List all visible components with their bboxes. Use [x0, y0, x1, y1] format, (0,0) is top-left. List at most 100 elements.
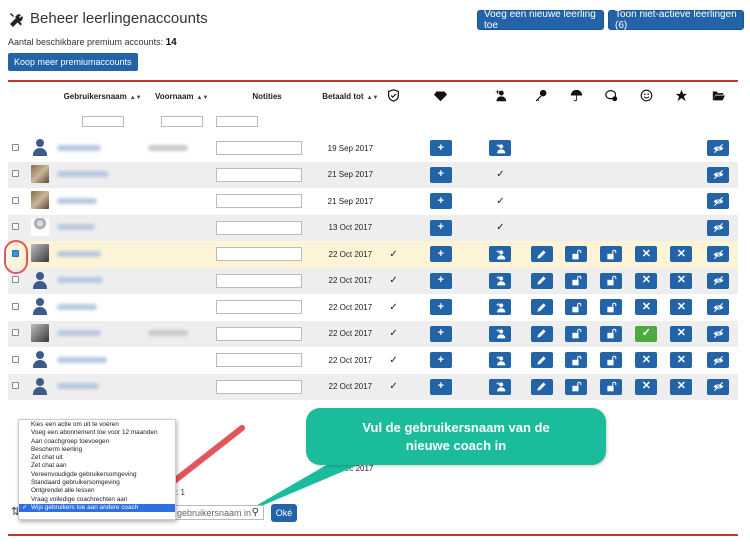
star-toggle-button[interactable]: ✕ [670, 325, 693, 342]
row-checkbox[interactable] [11, 276, 19, 284]
smiley-toggle-button[interactable]: ✕ [635, 246, 658, 263]
notes-input[interactable] [215, 220, 302, 235]
coach-search-input[interactable]: gebruikersnaam in ⚲ [174, 505, 264, 520]
add-subscription-button[interactable]: + [429, 219, 452, 236]
unlock-chat-button[interactable] [600, 272, 623, 289]
notes-input[interactable] [215, 194, 302, 209]
username-link[interactable] [57, 171, 110, 178]
edit-button[interactable] [530, 352, 553, 369]
smiley-toggle-button[interactable]: ✕ [635, 352, 658, 369]
add-coach-button[interactable] [489, 140, 512, 157]
view-toggle-button[interactable] [707, 246, 730, 263]
username-link[interactable] [57, 383, 100, 390]
add-coach-button[interactable] [489, 246, 512, 263]
dropdown-option[interactable]: Zet chat uit [19, 454, 175, 462]
notes-input[interactable] [215, 300, 302, 315]
notes-input[interactable] [215, 379, 302, 394]
dropdown-option[interactable]: Wijs gebruikers toe aan andere coach [19, 503, 175, 513]
edit-button[interactable] [530, 299, 553, 316]
view-toggle-button[interactable] [707, 193, 730, 210]
notes-input[interactable] [215, 273, 302, 288]
notes-input[interactable] [215, 353, 302, 368]
dropdown-option[interactable]: Kies een actie om uit te voeren [19, 421, 175, 429]
dropdown-option[interactable]: Bescherm leerling [19, 446, 175, 454]
unlock-button[interactable] [565, 246, 588, 263]
filter-notes-input[interactable] [215, 115, 258, 127]
username-link[interactable] [57, 356, 108, 363]
add-subscription-button[interactable]: + [429, 140, 452, 157]
add-coach-button[interactable] [489, 352, 512, 369]
add-coach-button[interactable] [489, 378, 512, 395]
view-toggle-button[interactable] [707, 325, 730, 342]
col-paid-until[interactable]: Betaald tot ▲▼ [318, 83, 382, 109]
add-subscription-button[interactable]: + [429, 299, 452, 316]
dropdown-option[interactable]: Ontgrendel alle lessen [19, 487, 175, 495]
add-subscription-button[interactable]: + [429, 246, 452, 263]
row-checkbox[interactable] [11, 302, 19, 310]
buy-premium-button[interactable]: Koop meer premiumaccounts [8, 53, 138, 71]
row-checkbox[interactable] [11, 170, 19, 178]
edit-button[interactable] [530, 246, 553, 263]
dropdown-option[interactable]: Standaard gebruikersomgeving [19, 479, 175, 487]
dropdown-option[interactable]: Aan coachgroep toevoegen [19, 438, 175, 446]
username-link[interactable] [57, 330, 102, 337]
add-coach-button[interactable] [489, 325, 512, 342]
row-checkbox[interactable] [11, 329, 19, 337]
unlock-button[interactable] [565, 378, 588, 395]
smiley-toggle-button[interactable]: ✕ [635, 299, 658, 316]
star-toggle-button[interactable]: ✕ [670, 272, 693, 289]
row-checkbox[interactable] [11, 382, 19, 390]
username-link[interactable] [57, 303, 98, 310]
add-subscription-button[interactable]: + [429, 352, 452, 369]
filter-username-input[interactable] [81, 115, 124, 127]
dropdown-option[interactable]: Zet chat aan [19, 462, 175, 470]
unlock-chat-button[interactable] [600, 325, 623, 342]
notes-input[interactable] [215, 167, 302, 182]
add-subscription-button[interactable]: + [429, 378, 452, 395]
unlock-chat-button[interactable] [600, 299, 623, 316]
star-toggle-button[interactable]: ✕ [670, 352, 693, 369]
notes-input[interactable] [215, 141, 302, 156]
view-toggle-button[interactable] [707, 378, 730, 395]
row-checkbox[interactable] [11, 196, 19, 204]
unlock-chat-button[interactable] [600, 352, 623, 369]
col-firstname[interactable]: Voornaam ▲▼ [148, 83, 216, 109]
view-toggle-button[interactable] [707, 352, 730, 369]
username-link[interactable] [57, 277, 104, 284]
star-toggle-button[interactable]: ✕ [670, 378, 693, 395]
row-checkbox[interactable] [11, 355, 19, 363]
add-student-button[interactable]: Voeg een nieuwe leerling toe [477, 9, 604, 31]
add-coach-button[interactable] [489, 272, 512, 289]
add-subscription-button[interactable]: + [429, 272, 452, 289]
add-coach-button[interactable] [489, 299, 512, 316]
show-inactive-button[interactable]: Toon niet-actieve leerlingen (6) [608, 9, 744, 31]
star-toggle-button[interactable]: ✕ [670, 246, 693, 263]
username-link[interactable] [57, 144, 102, 151]
view-toggle-button[interactable] [707, 140, 730, 157]
smiley-toggle-button[interactable]: ✓ [635, 325, 658, 342]
ok-button[interactable]: Oké [271, 504, 297, 522]
view-toggle-button[interactable] [707, 272, 730, 289]
unlock-button[interactable] [565, 272, 588, 289]
dropdown-option[interactable]: Voeg een abonnement toe voor 12 maanden [19, 429, 175, 437]
edit-button[interactable] [530, 325, 553, 342]
row-checkbox[interactable] [11, 223, 19, 231]
view-toggle-button[interactable] [707, 166, 730, 183]
username-link[interactable] [57, 197, 98, 204]
unlock-chat-button[interactable] [600, 246, 623, 263]
add-subscription-button[interactable]: + [429, 325, 452, 342]
notes-input[interactable] [215, 247, 302, 262]
unlock-chat-button[interactable] [600, 378, 623, 395]
unlock-button[interactable] [565, 325, 588, 342]
smiley-toggle-button[interactable]: ✕ [635, 272, 658, 289]
view-toggle-button[interactable] [707, 219, 730, 236]
col-username[interactable]: Gebruikersnaam ▲▼ [57, 83, 147, 109]
username-link[interactable] [57, 224, 96, 231]
edit-button[interactable] [530, 378, 553, 395]
add-subscription-button[interactable]: + [429, 193, 452, 210]
username-link[interactable] [57, 250, 102, 257]
add-subscription-button[interactable]: + [429, 166, 452, 183]
dropdown-option[interactable]: Vereenvoudigde gebruikersomgeving [19, 471, 175, 479]
unlock-button[interactable] [565, 299, 588, 316]
view-toggle-button[interactable] [707, 299, 730, 316]
